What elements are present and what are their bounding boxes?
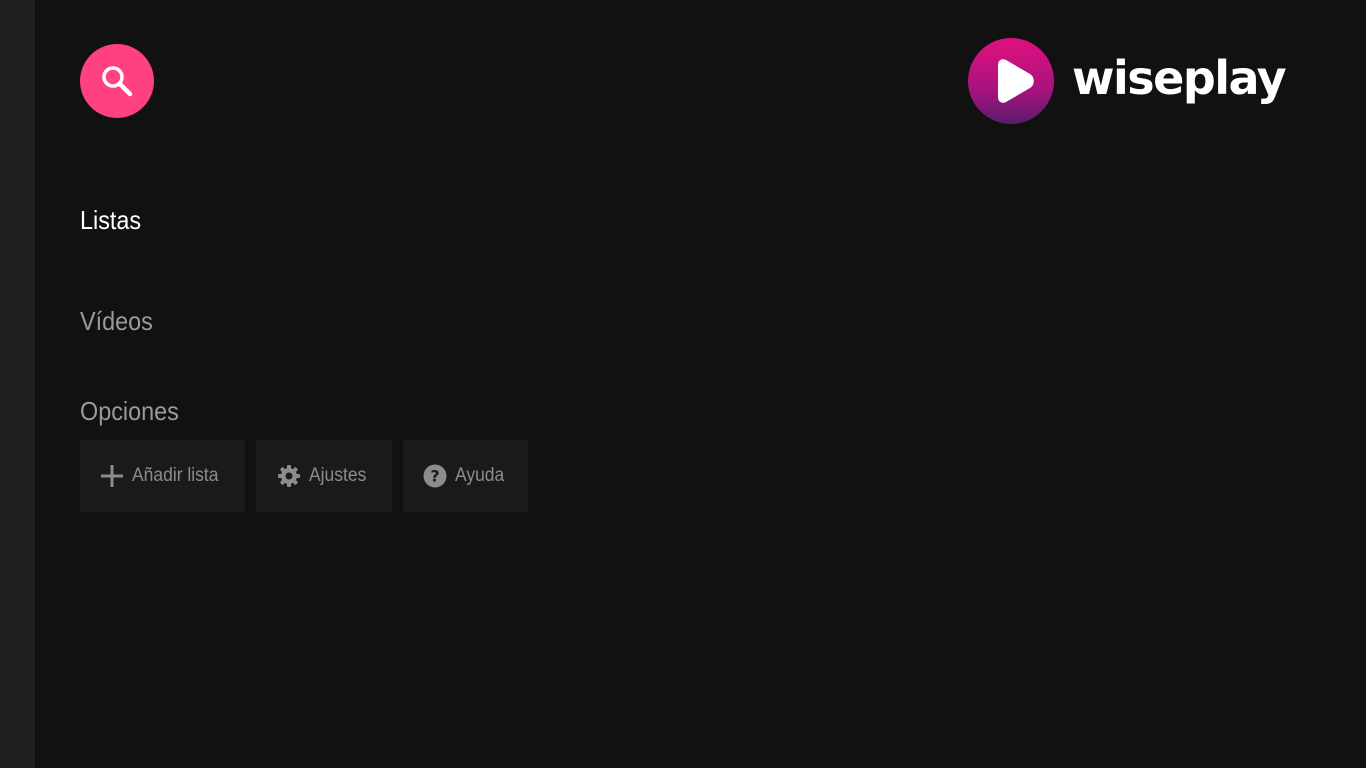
side-rail xyxy=(0,0,35,768)
settings-label: Ajustes xyxy=(308,465,367,486)
gear-icon xyxy=(277,464,301,488)
svg-text:?: ? xyxy=(430,467,439,486)
help-label: Ayuda xyxy=(454,465,504,486)
logo-text: wiseplay xyxy=(1072,51,1287,105)
options-row: Añadir lista Ajustes ? Ayuda xyxy=(80,440,528,512)
section-videos[interactable]: Vídeos xyxy=(80,306,153,336)
plus-icon xyxy=(100,464,124,488)
search-button[interactable] xyxy=(80,44,154,118)
app-logo: wiseplay xyxy=(968,38,1287,124)
search-icon xyxy=(99,63,135,99)
section-lists[interactable]: Listas xyxy=(80,205,141,235)
help-circle-icon: ? xyxy=(423,464,447,488)
add-list-label: Añadir lista xyxy=(131,465,218,486)
app-screen: wiseplay Listas Vídeos Opciones Añadir l… xyxy=(0,0,1366,768)
add-list-button[interactable]: Añadir lista xyxy=(80,440,245,512)
section-options: Opciones xyxy=(80,396,179,426)
settings-button[interactable]: Ajustes xyxy=(256,440,392,512)
help-button[interactable]: ? Ayuda xyxy=(403,440,528,512)
play-logo-icon xyxy=(968,38,1054,124)
